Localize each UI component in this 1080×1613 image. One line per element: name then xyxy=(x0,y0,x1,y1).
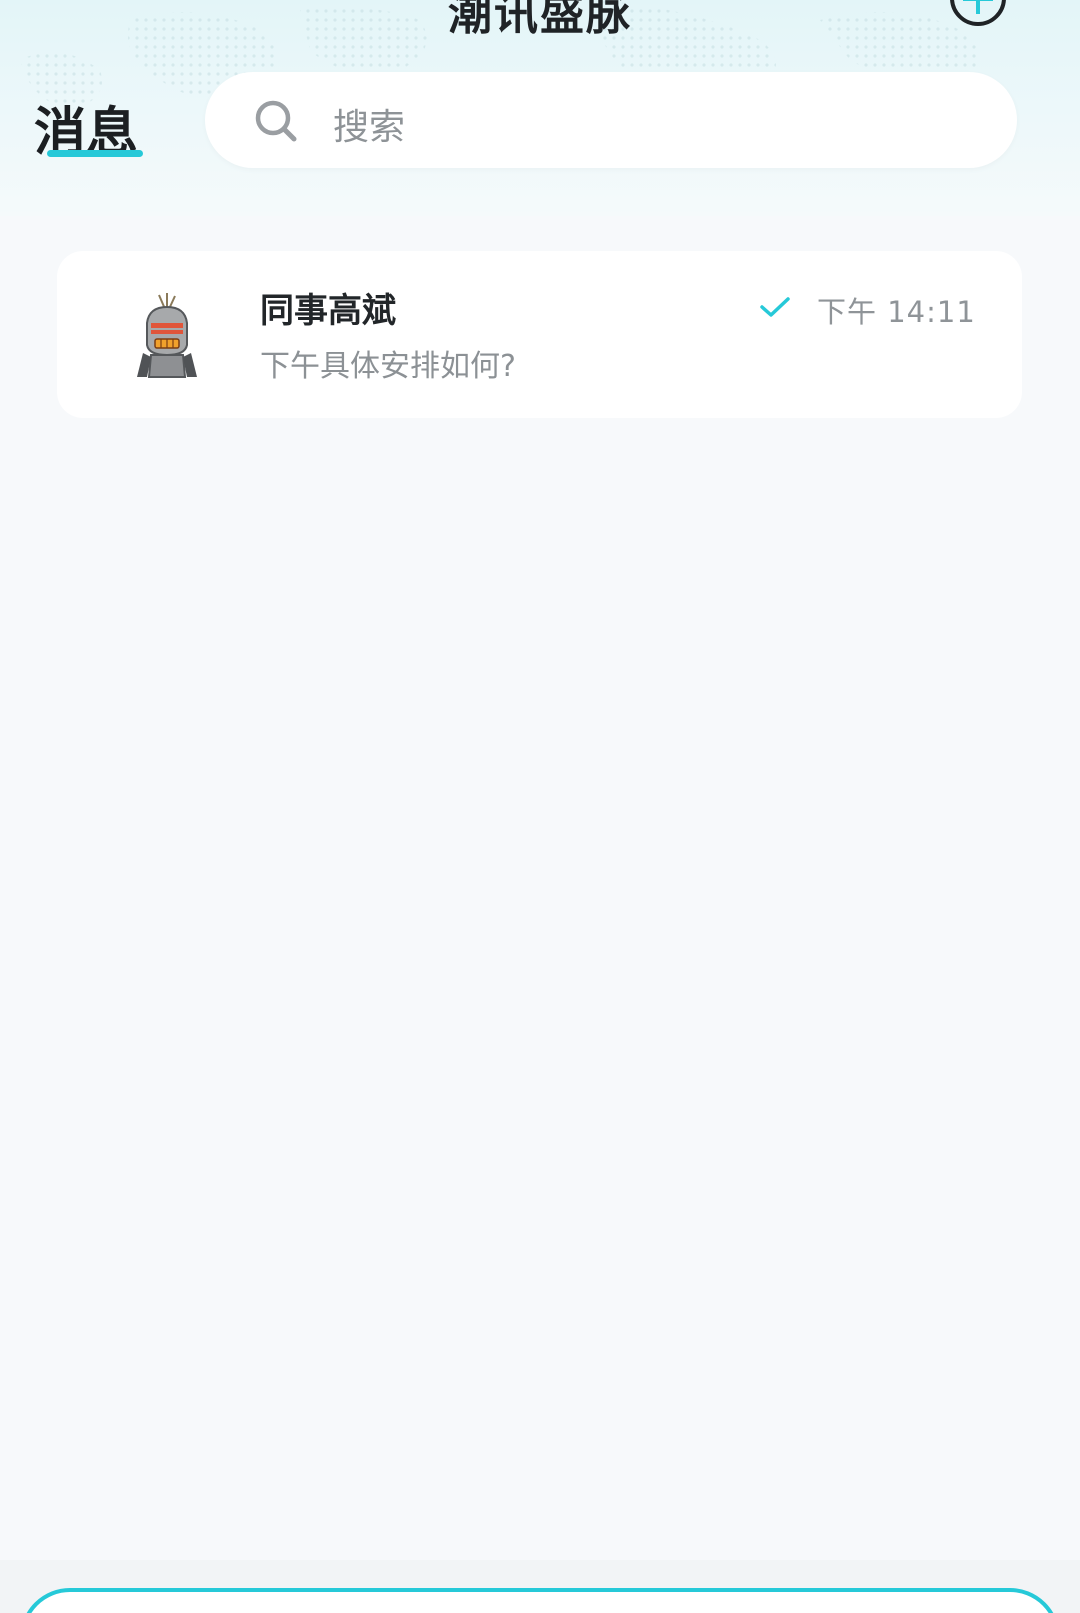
search-input[interactable]: 搜索 xyxy=(205,72,1017,168)
search-icon xyxy=(255,100,297,142)
check-icon xyxy=(760,297,790,317)
contact-name: 同事高斌 xyxy=(260,291,396,331)
app-title: 潮讯盛脉 xyxy=(448,0,632,40)
chat-list-item[interactable]: 同事高斌 下午具体安排如何? 下午 14:11 xyxy=(57,251,1022,418)
avatar xyxy=(137,293,197,378)
active-tab-indicator xyxy=(47,150,143,157)
message-time: 下午 14:11 xyxy=(817,295,976,329)
messages-screen: 潮讯盛脉 消息 搜索 同事高斌 下午具体安排如何? 下午 14:11 xyxy=(0,0,1080,1613)
last-message-preview: 下午具体安排如何? xyxy=(260,349,516,384)
search-placeholder: 搜索 xyxy=(333,107,406,148)
plus-icon xyxy=(976,0,980,14)
bottom-action-area[interactable] xyxy=(20,1588,1060,1613)
header: 潮讯盛脉 消息 搜索 xyxy=(0,0,1080,216)
